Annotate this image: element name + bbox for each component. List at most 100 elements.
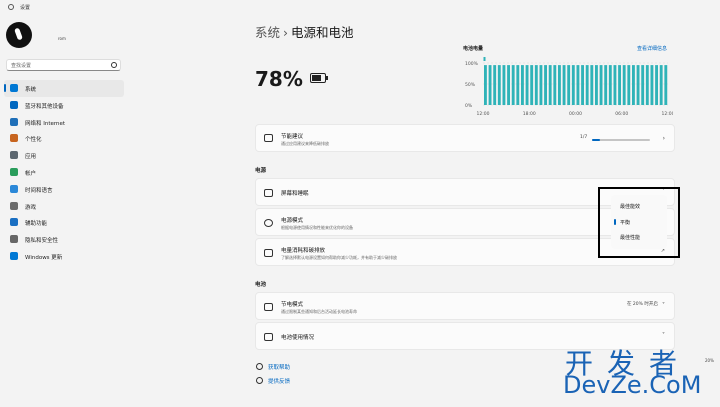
energy-recommendations-title: 节能建议 [281,134,304,140]
user-email: rom [58,36,66,41]
window-title: 设置 [20,5,31,11]
chart-bar [590,65,594,105]
chart-y-tick: 50% [465,82,476,88]
sidebar-item-0[interactable]: 系统 [4,80,124,97]
search-icon[interactable] [111,62,117,68]
chart-x-tick: 06:00 [615,111,628,117]
leaf-icon [264,249,273,257]
account-icon [10,167,18,176]
sidebar-item-label: 蓝牙和其他设备 [25,103,64,110]
sidebar-item-10[interactable]: Windows 更新 [4,248,124,265]
chart-bar [502,65,506,105]
apps-icon [10,151,18,160]
chart-bar [585,65,589,105]
sidebar-item-label: 隐私和安全性 [25,238,59,245]
chart-bar [636,65,640,105]
chart-bar [655,65,658,105]
battery-section-header: 电池 [255,282,267,288]
gamepad-icon [10,201,18,210]
power-mode-icon [264,219,273,227]
sidebar-item-label: 应用 [25,154,37,161]
watermark-domain: DevZe.CoM [563,371,702,399]
view-details-link[interactable]: 查看详细信息 [637,45,667,52]
sidebar-item-label: 网络和 Internet [25,120,66,127]
chevron-down-icon[interactable]: ˅ [662,302,665,309]
sidebar-item-2[interactable]: 网络和 Internet [4,114,124,131]
chart-bar [521,65,524,105]
recommendations-progress-text: 1/7 [580,135,588,140]
chart-bar [530,65,534,105]
chart-bar [553,65,557,105]
search-placeholder: 查找设置 [11,63,32,69]
sidebar-item-3[interactable]: 个性化 [4,130,124,147]
sidebar-item-label: 系统 [25,87,37,93]
chart-x-tick: 18:00 [523,111,536,117]
sidebar-item-5[interactable]: 帐户 [4,164,124,181]
sidebar-item-7[interactable]: 游戏 [4,198,124,215]
chart-bar [534,65,538,105]
chart-bar [650,65,654,105]
chart-bar [525,65,529,105]
chart-bar [511,65,515,105]
chart-y-tick: 0% [465,103,473,109]
power-mode-title: 电源模式 [281,218,304,224]
sidebar-item-label: 游戏 [25,204,37,211]
energy-recommendations-card[interactable]: 节能建议 通过应用建议来降低碳排放 › [255,124,675,152]
breadcrumb-parent[interactable]: 系统 [255,25,280,40]
breadcrumb: 系统 › 电源和电池 [255,22,354,41]
sidebar-nav: 系统蓝牙和其他设备 网络和 Internet 个性化应用帐户时间和语言游戏辅助功能隐… [4,80,124,265]
chart-bar [576,65,580,105]
chart-bar [641,65,645,105]
brush-icon [10,134,18,143]
shield-icon [10,235,18,244]
sidebar-item-label: 帐户 [25,170,37,177]
chart-x-tick: 00:00 [569,111,582,117]
battery-saver-value: 在 20% 时开启 [627,302,658,307]
breadcrumb-separator: › [283,25,289,40]
chart-bar [613,65,617,105]
chart-bar [539,65,543,105]
chart-bar [493,65,497,105]
sidebar-item-9[interactable]: 隐私和安全性 [4,231,124,248]
chart-bar [599,65,603,105]
sidebar-item-4[interactable]: 应用 [4,147,124,164]
search-input[interactable]: 查找设置 [6,59,121,71]
progress-fill [592,139,601,141]
battery-saver-subtitle: 通过限制某些通知和后台活动延长电池寿命 [281,309,357,314]
title-bar: 设置 [0,0,720,16]
bluetooth-icon [10,100,18,109]
energy-recommendations-subtitle: 通过应用建议来降低碳排放 [281,141,329,146]
avatar[interactable] [6,22,32,48]
sidebar-item-label: 时间和语言 [25,187,53,194]
battery-charging-icon [310,73,328,83]
screen-icon [264,189,273,197]
chevron-down-icon[interactable]: ˅ [662,332,665,339]
battery-saver-card[interactable]: 节电模式 通过限制某些通知和后台活动延长电池寿命 ˅ [255,292,675,320]
sidebar-item-1[interactable]: 蓝牙和其他设备 [4,97,124,114]
chart-bar [664,65,668,105]
battery-usage-title: 电池使用情况 [281,335,315,341]
monitor-icon [10,84,18,92]
sidebar-item-6[interactable]: 时间和语言 [4,181,124,198]
chart-bar [516,65,520,105]
wifi-icon [10,117,18,126]
battery-saver-icon [264,303,273,311]
battery-saver-title: 节电模式 [281,302,304,308]
sidebar-item-8[interactable]: 辅助功能 [4,214,124,231]
help-icon [256,363,263,370]
chart-bar [497,65,501,105]
sidebar-item-label: 个性化 [25,137,42,144]
chart-x-tick: 12:00 [477,111,490,117]
power-mode-subtitle: 根据电源使用情况和性能来优化你的设备 [281,225,353,230]
chart-bar [627,65,631,105]
chart-bar [544,65,547,105]
chart-y-tick: 100% [465,61,479,67]
chart-bar [618,65,621,105]
battery-chart: 100% 50% 0% 12:00 18:00 00:00 06:00 12:00 [463,55,675,119]
energy-carbon-subtitle: 了解选择默认电源设置如何帮助你减少功耗，并有助于减少碳排放 [281,255,397,260]
battery-chart-svg: 100% 50% 0% 12:00 18:00 00:00 06:00 12:00 [465,57,675,117]
chart-bar [562,65,566,105]
chart-title: 电池电量 [463,46,484,52]
sidebar-item-label: Windows 更新 [25,254,63,261]
globe-icon [10,184,18,193]
